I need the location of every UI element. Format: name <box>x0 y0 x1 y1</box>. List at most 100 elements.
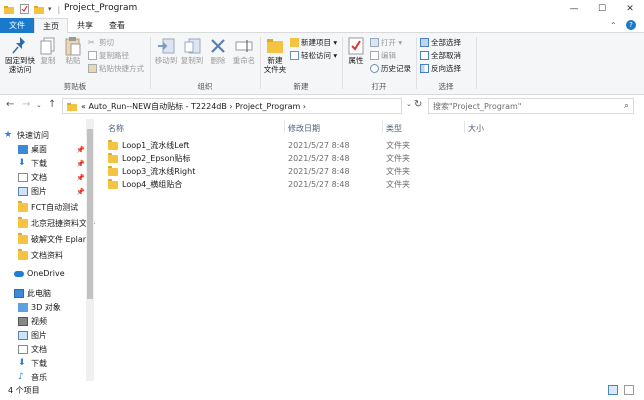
history-button[interactable]: 历史记录 <box>370 63 411 74</box>
star-icon: ★ <box>4 130 13 140</box>
cut-button[interactable]: ✂ 剪切 <box>88 37 114 48</box>
nav-item-this-pc[interactable]: 此电脑 <box>14 287 96 300</box>
status-bar: 4 个项目 <box>0 381 644 400</box>
large-icons-view-icon[interactable] <box>624 385 634 395</box>
nav-item-3d-objects[interactable]: 3D 对象 <box>18 301 96 314</box>
nav-item-label: 下载 <box>31 159 47 168</box>
table-row[interactable]: Loop4_横组贴合 2021/5/27 8:48 文件夹 <box>108 178 508 191</box>
new-item-button[interactable]: 新建项目 ▾ <box>290 37 337 48</box>
column-divider <box>382 121 383 133</box>
nav-item-pictures[interactable]: 图片 📌 <box>18 185 96 198</box>
tab-share[interactable]: 共享 <box>68 18 102 33</box>
copy-path-icon <box>88 51 97 60</box>
edit-button[interactable]: 编辑 <box>370 50 396 61</box>
organize-group-label: 组织 <box>197 82 213 91</box>
address-dropdown-icon[interactable]: ⌄ <box>406 100 412 108</box>
address-path[interactable]: « Auto_Run--NEW自动贴标 - T2224dB › Project_… <box>81 101 306 112</box>
folder-icon <box>67 102 77 111</box>
column-header-size[interactable]: 大小 <box>468 123 484 134</box>
nav-item-pc-downloads[interactable]: ⬇ 下载 <box>18 357 96 370</box>
nav-scrollbar[interactable] <box>86 119 94 381</box>
close-button[interactable]: ✕ <box>616 0 644 18</box>
new-folder-icon[interactable] <box>34 5 44 14</box>
select-all-icon <box>420 38 429 47</box>
easy-access-button[interactable]: 轻松访问 ▾ <box>290 50 337 61</box>
rename-button[interactable]: 重命名 <box>232 36 256 65</box>
nav-item-videos[interactable]: 视频 <box>18 315 96 328</box>
open-button[interactable]: 打开 ▾ <box>370 37 402 48</box>
file-name: Loop3_流水线Right <box>122 167 196 176</box>
properties-icon[interactable] <box>20 4 29 14</box>
details-view-icon[interactable] <box>608 385 618 395</box>
maximize-button[interactable]: ☐ <box>588 0 616 18</box>
help-icon[interactable]: ? <box>626 20 636 30</box>
nav-item-label: 快速访问 <box>17 131 49 140</box>
address-bar[interactable]: « Auto_Run--NEW自动贴标 - T2224dB › Project_… <box>62 98 402 114</box>
computer-icon <box>14 289 24 298</box>
properties-button[interactable]: 属性 <box>346 36 366 65</box>
cube-icon <box>18 303 28 312</box>
nav-item-pc-pictures[interactable]: 图片 <box>18 329 96 342</box>
new-folder-button[interactable]: 新建 文件夹 <box>262 36 288 74</box>
nav-item-music[interactable]: ♪ 音乐 <box>18 371 96 382</box>
address-bar-row: ← → ⌄ ↑ « Auto_Run--NEW自动贴标 - T2224dB › … <box>0 95 644 117</box>
back-arrow-icon[interactable]: ← <box>6 99 14 110</box>
delete-button[interactable]: 删除 <box>208 36 228 65</box>
paste-button[interactable]: 粘贴 <box>62 36 84 65</box>
tab-file[interactable]: 文件 <box>0 18 34 33</box>
paste-shortcut-button[interactable]: 粘贴快捷方式 <box>88 63 144 74</box>
folder-icon <box>18 233 28 244</box>
forward-arrow-icon[interactable]: → <box>22 99 30 110</box>
up-arrow-icon[interactable]: ↑ <box>48 99 56 110</box>
nav-item-label: 文档 <box>31 173 47 182</box>
nav-scrollbar-thumb[interactable] <box>87 129 93 299</box>
invert-selection-button[interactable]: 反向选择 <box>420 63 461 74</box>
nav-item-quick-access[interactable]: ★ 快速访问 <box>4 129 90 142</box>
pin-quick-access-button[interactable]: 固定到快 速访问 <box>4 36 36 74</box>
nav-item-pc-documents[interactable]: 文档 <box>18 343 96 356</box>
collapse-ribbon-icon[interactable]: ⌃ <box>610 21 617 30</box>
ribbon-tabs: 文件 主页 共享 查看 ⌃ ? <box>0 18 644 34</box>
file-type: 文件夹 <box>386 180 410 189</box>
nav-item-downloads[interactable]: ⬇ 下载 📌 <box>18 157 96 170</box>
move-to-button[interactable]: 移动到 <box>154 36 178 65</box>
nav-item-doc-materials[interactable]: 文档资料 <box>18 249 96 262</box>
new-item-label: 新建项目 ▾ <box>301 38 338 47</box>
nav-item-eplan[interactable]: 破解文件 Eplan <box>18 233 96 246</box>
recent-locations-icon[interactable]: ⌄ <box>36 101 42 109</box>
minimize-button[interactable]: — <box>560 0 588 18</box>
nav-item-fct[interactable]: FCT自动测试 <box>18 201 96 214</box>
properties-check-icon <box>348 37 364 55</box>
open-group-label: 打开 <box>371 82 387 91</box>
customize-toolbar-icon[interactable]: ▾ <box>48 5 52 13</box>
search-input[interactable]: 搜索"Project_Program" ⌕ <box>428 98 634 114</box>
select-all-button[interactable]: 全部选择 <box>420 37 461 48</box>
copy-button[interactable]: 复制 <box>38 36 58 65</box>
column-header-name[interactable]: 名称 <box>108 123 124 134</box>
select-none-button[interactable]: 全部取消 <box>420 50 461 61</box>
file-list: 名称 修改日期 类型 大小 Loop1_流水线Left 2021/5/27 8:… <box>100 119 630 381</box>
new-folder-icon <box>267 39 283 53</box>
nav-item-beijing[interactable]: 北京冠捷资料文件 <box>18 217 96 230</box>
table-row[interactable]: Loop3_流水线Right 2021/5/27 8:48 文件夹 <box>108 165 508 178</box>
tab-home[interactable]: 主页 <box>34 18 68 34</box>
table-row[interactable]: Loop2_Epson贴标 2021/5/27 8:48 文件夹 <box>108 152 508 165</box>
nav-item-label: 视频 <box>31 317 47 326</box>
nav-item-onedrive[interactable]: OneDrive <box>14 267 96 280</box>
column-divider <box>284 121 285 133</box>
column-header-date[interactable]: 修改日期 <box>288 123 320 134</box>
desktop-icon <box>18 145 28 154</box>
tab-view[interactable]: 查看 <box>102 18 132 33</box>
refresh-icon[interactable]: ↻ <box>414 99 422 110</box>
folder-icon <box>18 217 28 228</box>
nav-item-documents[interactable]: 文档 📌 <box>18 171 96 184</box>
column-header-type[interactable]: 类型 <box>386 123 402 134</box>
copy-path-button[interactable]: 复制路径 <box>88 50 129 61</box>
table-row[interactable]: Loop1_流水线Left 2021/5/27 8:48 文件夹 <box>108 139 508 152</box>
nav-item-desktop[interactable]: 桌面 📌 <box>18 143 96 156</box>
copy-to-button[interactable]: 复制到 <box>180 36 204 65</box>
file-name: Loop4_横组贴合 <box>122 180 183 189</box>
search-icon[interactable]: ⌕ <box>624 101 629 111</box>
file-date: 2021/5/27 8:48 <box>288 141 350 150</box>
nav-item-label: FCT自动测试 <box>31 203 79 212</box>
